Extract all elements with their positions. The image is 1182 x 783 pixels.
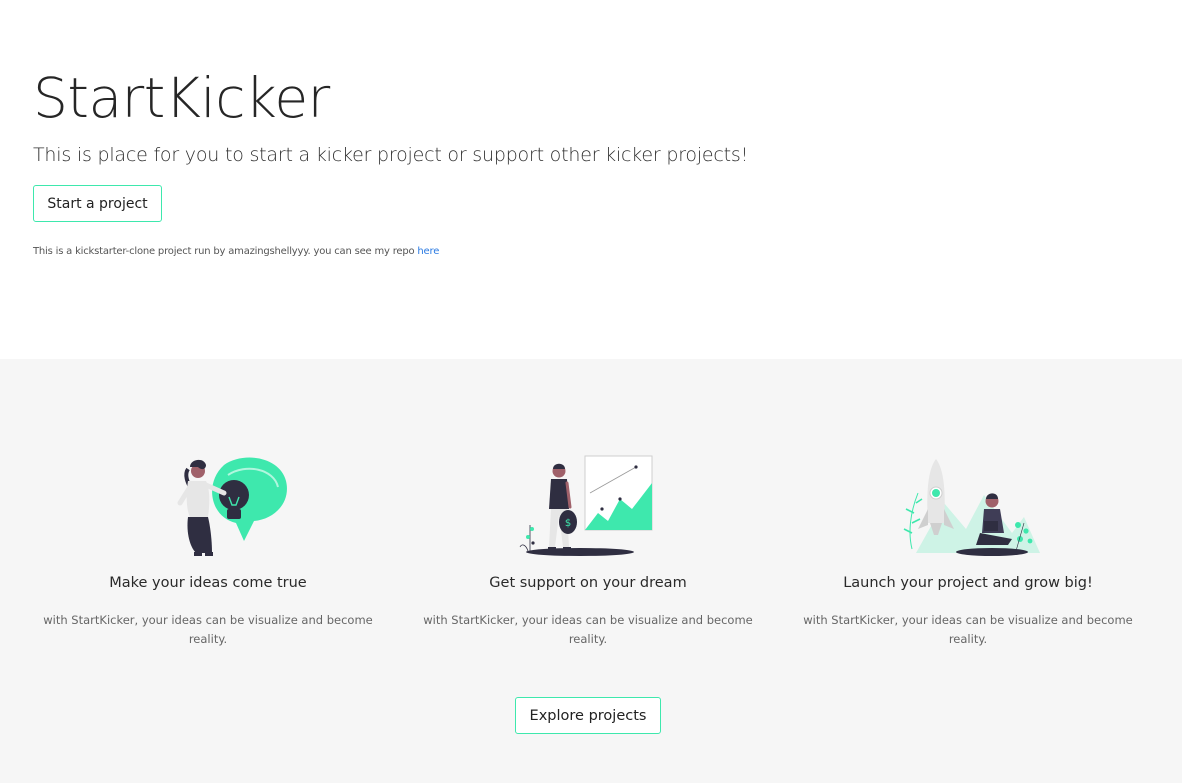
feature-card-ideas: Make your ideas come true with StartKick… bbox=[18, 453, 398, 649]
repo-link[interactable]: here bbox=[417, 246, 439, 257]
feature-title: Launch your project and grow big! bbox=[843, 575, 1093, 591]
rocket-launch-illustration bbox=[903, 459, 1040, 556]
credit-text: This is a kickstarter-clone project run … bbox=[33, 246, 439, 257]
feature-card-support: $ Get support on your dream with StartKi… bbox=[398, 453, 778, 649]
feature-description: with StartKicker, your ideas can be visu… bbox=[803, 613, 1133, 646]
explore-projects-button[interactable]: Explore projects bbox=[515, 697, 661, 734]
feature-title: Make your ideas come true bbox=[109, 575, 307, 591]
page-title: StartKicker bbox=[33, 66, 330, 130]
credit-label: This is a kickstarter-clone project run … bbox=[33, 246, 415, 257]
svg-text:$: $ bbox=[565, 518, 571, 529]
start-project-button[interactable]: Start a project bbox=[33, 185, 162, 222]
hero-subtitle: This is place for you to start a kicker … bbox=[33, 144, 748, 166]
idea-lightbulb-illustration bbox=[177, 457, 287, 556]
hero-section: StartKicker This is place for you to sta… bbox=[0, 0, 1182, 359]
feature-title: Get support on your dream bbox=[489, 575, 687, 591]
feature-description: with StartKicker, your ideas can be visu… bbox=[423, 613, 753, 646]
feature-card-launch: Launch your project and grow big! with S… bbox=[778, 453, 1158, 649]
growth-chart-illustration: $ bbox=[519, 455, 653, 556]
features-section: Make your ideas come true with StartKick… bbox=[0, 359, 1182, 783]
feature-description: with StartKicker, your ideas can be visu… bbox=[43, 613, 373, 646]
